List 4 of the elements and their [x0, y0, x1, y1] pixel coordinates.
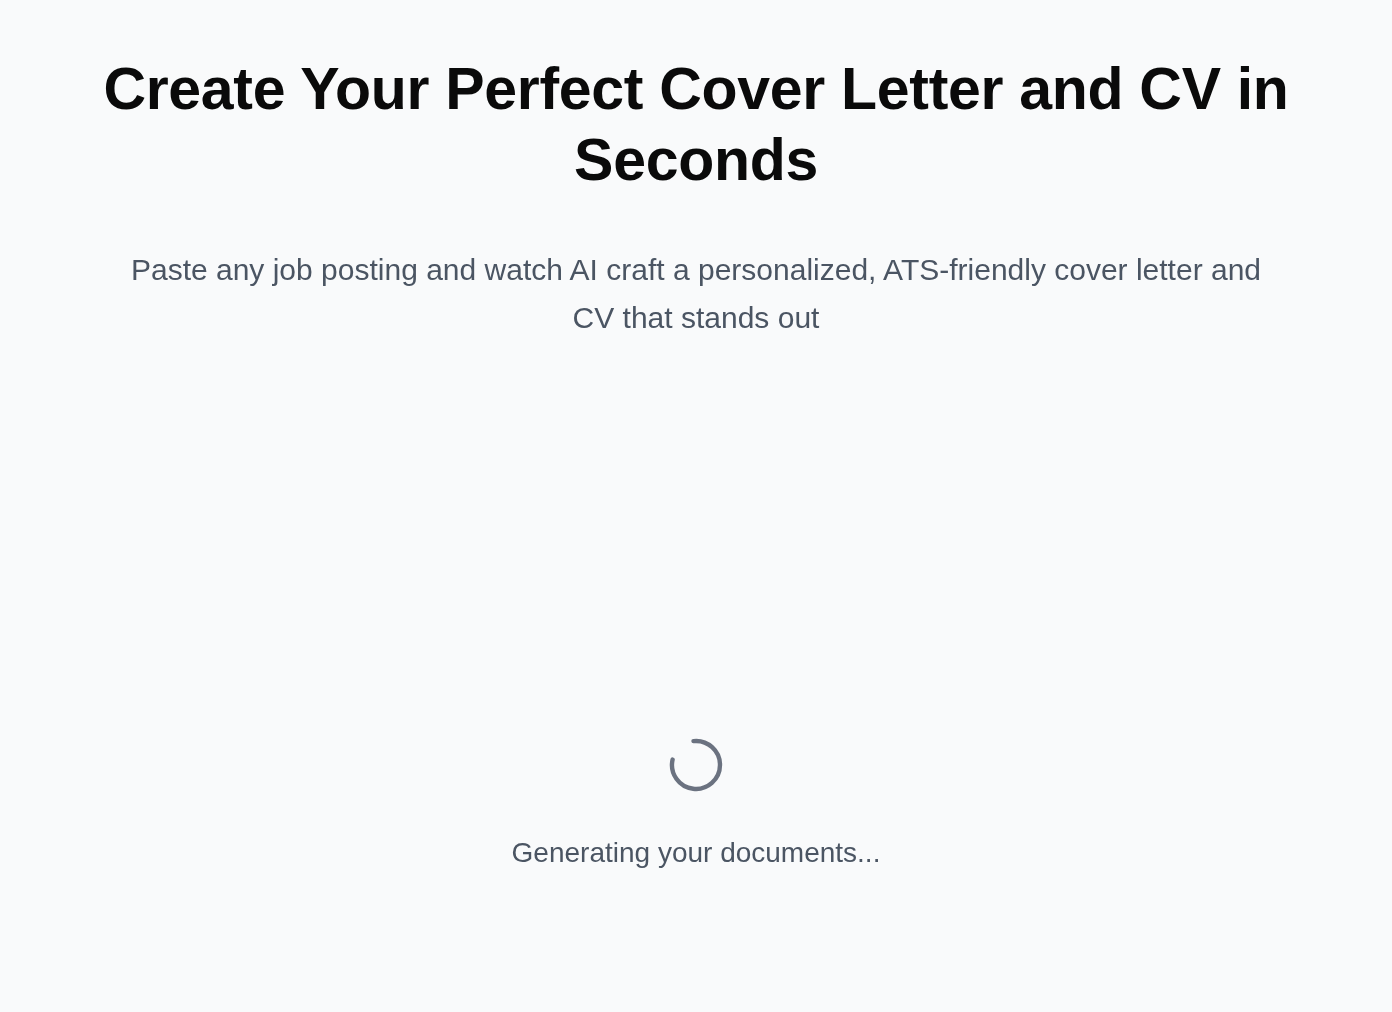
page-subtitle: Paste any job posting and watch AI craft a personalized, ATS-friendly cover letter and CV that stands out: [129, 252, 1263, 336]
loading-message: Generating your documents...: [511, 836, 881, 870]
loading-spinner-icon: [668, 737, 724, 793]
page-heading: Create Your Perfect Cover Letter and CV in Seconds: [102, 55, 1290, 195]
